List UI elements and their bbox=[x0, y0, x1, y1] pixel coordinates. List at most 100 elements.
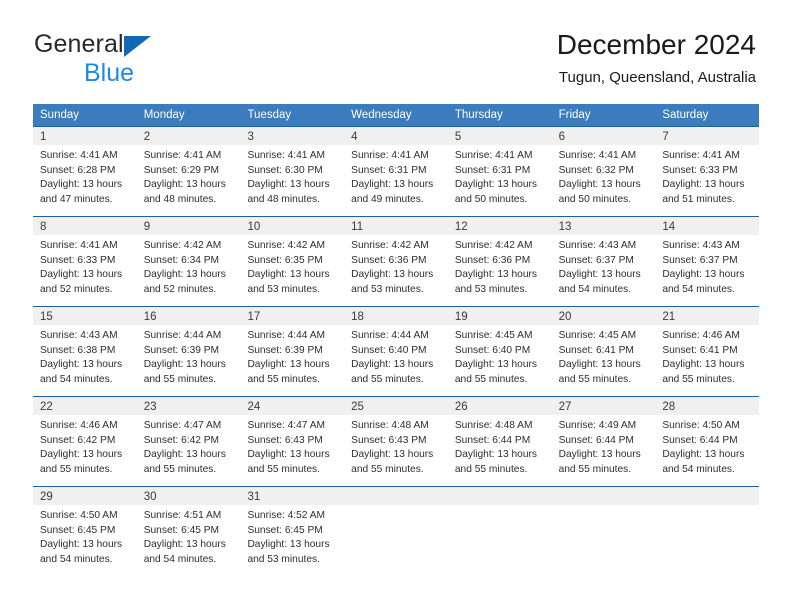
day-cell[interactable]: 17 Sunrise: 4:44 AM Sunset: 6:39 PM Dayl… bbox=[240, 307, 345, 396]
daylight-text-line1: Daylight: 13 hours bbox=[351, 269, 434, 281]
daylight-text-line2: and 49 minutes. bbox=[351, 193, 424, 205]
day-cell[interactable]: 28 Sunrise: 4:50 AM Sunset: 6:44 PM Dayl… bbox=[655, 397, 760, 486]
daylight-text-line1: Daylight: 13 hours bbox=[454, 449, 537, 461]
day-number: 22 bbox=[40, 401, 53, 413]
day-cell[interactable]: 31 Sunrise: 4:52 AM Sunset: 6:45 PM Dayl… bbox=[240, 487, 345, 576]
week-row: 22 Sunrise: 4:46 AM Sunset: 6:42 PM Dayl… bbox=[33, 396, 760, 486]
day-cell[interactable]: 1 Sunrise: 4:41 AM Sunset: 6:28 PM Dayli… bbox=[33, 127, 137, 216]
daylight-text-line1: Daylight: 13 hours bbox=[247, 449, 330, 461]
day-number: 11 bbox=[351, 221, 364, 233]
day-cell[interactable]: 10 Sunrise: 4:42 AM Sunset: 6:35 PM Dayl… bbox=[240, 217, 345, 306]
sunset-text: Sunset: 6:45 PM bbox=[143, 524, 220, 536]
sunrise-text: Sunrise: 4:46 AM bbox=[662, 330, 740, 341]
day-cell[interactable]: 20 Sunrise: 4:45 AM Sunset: 6:41 PM Dayl… bbox=[551, 307, 656, 396]
daylight-text-line2: and 54 minutes. bbox=[40, 373, 113, 385]
day-number-band bbox=[447, 487, 552, 505]
day-cell[interactable]: 27 Sunrise: 4:49 AM Sunset: 6:44 PM Dayl… bbox=[551, 397, 656, 486]
sunset-text: Sunset: 6:44 PM bbox=[662, 434, 738, 446]
day-cell[interactable]: 12 Sunrise: 4:42 AM Sunset: 6:36 PM Dayl… bbox=[447, 217, 552, 306]
general-blue-logo[interactable]: General Blue bbox=[34, 32, 234, 88]
day-number: 23 bbox=[143, 401, 157, 413]
day-cell[interactable]: 30 Sunrise: 4:51 AM Sunset: 6:45 PM Dayl… bbox=[136, 487, 241, 576]
sunset-text: Sunset: 6:32 PM bbox=[558, 164, 634, 176]
day-cell[interactable]: 8 Sunrise: 4:41 AM Sunset: 6:33 PM Dayli… bbox=[33, 217, 137, 306]
daylight-text-line1: Daylight: 13 hours bbox=[40, 359, 123, 371]
daylight-text-line2: and 50 minutes. bbox=[558, 193, 632, 205]
day-number: 30 bbox=[143, 491, 157, 503]
day-cell[interactable]: 6 Sunrise: 4:41 AM Sunset: 6:32 PM Dayli… bbox=[551, 127, 656, 216]
day-number-band: 28 bbox=[655, 397, 760, 415]
day-cell[interactable]: 2 Sunrise: 4:41 AM Sunset: 6:29 PM Dayli… bbox=[136, 127, 241, 216]
day-cell[interactable]: 21 Sunrise: 4:46 AM Sunset: 6:41 PM Dayl… bbox=[655, 307, 760, 396]
day-details: Sunrise: 4:47 AM Sunset: 6:43 PM Dayligh… bbox=[240, 415, 344, 477]
day-cell[interactable]: 23 Sunrise: 4:47 AM Sunset: 6:42 PM Dayl… bbox=[136, 397, 241, 486]
sunset-text: Sunset: 6:41 PM bbox=[662, 344, 738, 356]
day-number: 14 bbox=[662, 221, 676, 233]
day-number: 8 bbox=[40, 221, 47, 233]
sunrise-text: Sunrise: 4:50 AM bbox=[662, 420, 740, 431]
day-cell[interactable]: 9 Sunrise: 4:42 AM Sunset: 6:34 PM Dayli… bbox=[136, 217, 241, 306]
day-details: Sunrise: 4:48 AM Sunset: 6:44 PM Dayligh… bbox=[448, 415, 552, 477]
day-cell[interactable]: 16 Sunrise: 4:44 AM Sunset: 6:39 PM Dayl… bbox=[136, 307, 241, 396]
day-cell[interactable]: 13 Sunrise: 4:43 AM Sunset: 6:37 PM Dayl… bbox=[551, 217, 656, 306]
day-number: 13 bbox=[558, 221, 572, 233]
day-details: Sunrise: 4:41 AM Sunset: 6:33 PM Dayligh… bbox=[33, 235, 137, 297]
page-header: General Blue December 2024 Tugun, Queens… bbox=[0, 0, 792, 102]
weekday-header-tuesday: Tuesday bbox=[247, 109, 292, 121]
sunrise-text: Sunrise: 4:41 AM bbox=[558, 150, 637, 161]
daylight-text-line1: Daylight: 13 hours bbox=[351, 179, 434, 191]
day-cell[interactable]: 26 Sunrise: 4:48 AM Sunset: 6:44 PM Dayl… bbox=[447, 397, 552, 486]
day-number: 18 bbox=[351, 311, 364, 323]
sunset-text: Sunset: 6:39 PM bbox=[143, 344, 220, 356]
day-number-band: 13 bbox=[551, 217, 656, 235]
day-details: Sunrise: 4:41 AM Sunset: 6:31 PM Dayligh… bbox=[344, 145, 448, 207]
day-details: Sunrise: 4:51 AM Sunset: 6:45 PM Dayligh… bbox=[137, 505, 241, 567]
day-number: 20 bbox=[558, 311, 572, 323]
day-number: 1 bbox=[40, 131, 47, 143]
day-number-band: 12 bbox=[447, 217, 552, 235]
daylight-text-line1: Daylight: 13 hours bbox=[143, 179, 226, 191]
day-cell[interactable]: 29 Sunrise: 4:50 AM Sunset: 6:45 PM Dayl… bbox=[33, 487, 137, 576]
sunrise-text: Sunrise: 4:47 AM bbox=[247, 420, 326, 431]
day-cell[interactable]: 4 Sunrise: 4:41 AM Sunset: 6:31 PM Dayli… bbox=[344, 127, 448, 216]
sunset-text: Sunset: 6:28 PM bbox=[40, 164, 116, 176]
day-details: Sunrise: 4:44 AM Sunset: 6:40 PM Dayligh… bbox=[344, 325, 448, 387]
day-cell[interactable]: 7 Sunrise: 4:41 AM Sunset: 6:33 PM Dayli… bbox=[655, 127, 760, 216]
daylight-text-line2: and 52 minutes. bbox=[40, 283, 113, 295]
day-details: Sunrise: 4:46 AM Sunset: 6:41 PM Dayligh… bbox=[655, 325, 759, 387]
day-cell[interactable]: 18 Sunrise: 4:44 AM Sunset: 6:40 PM Dayl… bbox=[344, 307, 448, 396]
logo-text-general: General bbox=[34, 30, 124, 58]
day-number-band: 24 bbox=[240, 397, 345, 415]
day-cell[interactable]: 22 Sunrise: 4:46 AM Sunset: 6:42 PM Dayl… bbox=[33, 397, 137, 486]
sunset-text: Sunset: 6:40 PM bbox=[454, 344, 531, 356]
sunrise-text: Sunrise: 4:44 AM bbox=[351, 330, 429, 341]
weekday-header-thursday: Thursday bbox=[454, 109, 503, 121]
daylight-text-line2: and 54 minutes. bbox=[143, 553, 217, 565]
day-number-band bbox=[551, 487, 656, 505]
day-cell[interactable]: 11 Sunrise: 4:42 AM Sunset: 6:36 PM Dayl… bbox=[344, 217, 448, 306]
daylight-text-line1: Daylight: 13 hours bbox=[40, 269, 123, 281]
day-details: Sunrise: 4:48 AM Sunset: 6:43 PM Dayligh… bbox=[344, 415, 448, 477]
daylight-text-line1: Daylight: 13 hours bbox=[662, 269, 745, 281]
day-number bbox=[344, 491, 351, 503]
daylight-text-line1: Daylight: 13 hours bbox=[143, 449, 226, 461]
sunrise-text: Sunrise: 4:44 AM bbox=[247, 330, 326, 341]
sunset-text: Sunset: 6:41 PM bbox=[558, 344, 634, 356]
day-cell[interactable]: 19 Sunrise: 4:45 AM Sunset: 6:40 PM Dayl… bbox=[447, 307, 552, 396]
day-cell[interactable]: 15 Sunrise: 4:43 AM Sunset: 6:38 PM Dayl… bbox=[33, 307, 137, 396]
day-cell[interactable]: 5 Sunrise: 4:41 AM Sunset: 6:31 PM Dayli… bbox=[447, 127, 552, 216]
day-cell[interactable]: 25 Sunrise: 4:48 AM Sunset: 6:43 PM Dayl… bbox=[344, 397, 448, 486]
sunrise-text: Sunrise: 4:43 AM bbox=[662, 240, 740, 251]
day-cell[interactable]: 24 Sunrise: 4:47 AM Sunset: 6:43 PM Dayl… bbox=[240, 397, 345, 486]
day-cell[interactable]: 3 Sunrise: 4:41 AM Sunset: 6:30 PM Dayli… bbox=[240, 127, 345, 216]
day-details: Sunrise: 4:42 AM Sunset: 6:36 PM Dayligh… bbox=[344, 235, 448, 297]
sunset-text: Sunset: 6:38 PM bbox=[40, 344, 116, 356]
sunrise-text: Sunrise: 4:41 AM bbox=[247, 150, 326, 161]
day-number-band bbox=[344, 487, 448, 505]
day-cell-empty bbox=[655, 487, 760, 576]
day-number-band: 17 bbox=[240, 307, 345, 325]
sunrise-text: Sunrise: 4:41 AM bbox=[454, 150, 533, 161]
day-cell[interactable]: 14 Sunrise: 4:43 AM Sunset: 6:37 PM Dayl… bbox=[655, 217, 760, 306]
logo-triangle-icon bbox=[123, 36, 151, 57]
sunrise-text: Sunrise: 4:41 AM bbox=[143, 150, 222, 161]
